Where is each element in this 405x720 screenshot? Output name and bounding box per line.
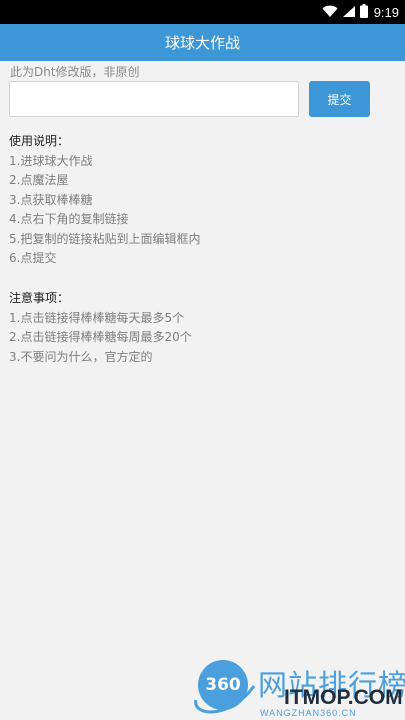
usage-step: 2.点魔法屋 (9, 173, 69, 187)
page-title: 球球大作战 (164, 34, 240, 52)
watermark-brand: ITMOP.COM (284, 686, 403, 709)
status-time: 9:19 (373, 4, 399, 20)
usage-step: 3.点获取棒棒糖 (9, 192, 93, 207)
app-bar: 球球大作战 (0, 24, 405, 61)
note-item: 2.点击链接得棒棒糖每周最多20个 (9, 330, 192, 344)
notes-heading: 注意事项： (9, 291, 70, 305)
watermark-logo: 360 网站排行榜 ITMOP.COM WANGZHAN360.CN (190, 656, 405, 720)
status-bar: 9:19 (0, 0, 405, 24)
wifi-icon (322, 3, 338, 22)
mod-note: 此为Dht修改版，非原创 (10, 65, 140, 79)
notes-section: 注意事项： 1.点击链接得棒棒糖每天最多5个 2.点击链接得棒棒糖每周最多20个… (9, 289, 192, 367)
submit-button[interactable]: 提交 (309, 81, 370, 117)
usage-step: 6.点提交 (9, 251, 57, 265)
note-item: 1.点击链接得棒棒糖每天最多5个 (9, 310, 185, 325)
status-icons: 9:19 (322, 0, 405, 24)
usage-step: 4.点右下角的复制链接 (9, 212, 129, 226)
usage-step: 1.进球球大作战 (9, 153, 93, 168)
watermark-360-icon: 360 (198, 660, 248, 710)
usage-step: 5.把复制的链接粘贴到上面编辑框内 (9, 231, 201, 246)
battery-icon (359, 3, 368, 22)
watermark-url: WANGZHAN360.CN (260, 708, 357, 718)
usage-heading: 使用说明： (9, 134, 70, 148)
note-item: 3.不要问为什么，官方定的 (9, 349, 153, 364)
usage-instructions: 使用说明： 1.进球球大作战 2.点魔法屋 3.点获取棒棒糖 4.点右下角的复制… (9, 132, 200, 269)
signal-icon (342, 3, 356, 22)
link-input[interactable] (9, 81, 299, 117)
